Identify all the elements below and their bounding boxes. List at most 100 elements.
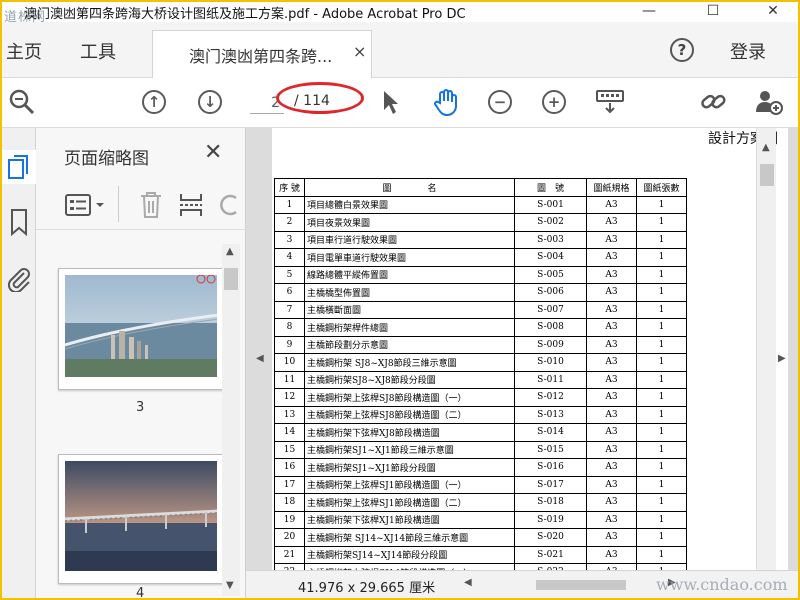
table-row: 21 主橋鋼桁架SJ14~XJ14節段分段圖 S-021 A3 1 [274,545,687,564]
table-row: 3 項目車行道行駛效果圖 S-003 A3 1 [274,230,687,249]
table-cell: 1 [636,265,687,284]
table-cell: 主橋鋼桁架SJ14~XJ14節段分段圖 [304,545,515,564]
add-user-icon[interactable] [752,86,784,118]
panel-title: 页面缩略图 [64,149,149,169]
select-arrow-icon[interactable] [374,86,406,118]
table-cell: 1 [636,300,687,319]
table-cell: 1 [274,195,305,214]
thumbnail-bridge-night [65,461,217,571]
page-up-icon[interactable]: ↑ [138,86,170,118]
table-cell: S-010 [514,353,587,372]
maximize-button[interactable]: ☐ [690,2,736,22]
table-cell: 1 [636,335,687,354]
table-cell: 20 [274,528,305,547]
search-zoom-icon[interactable] [6,86,38,118]
column-header: 圖 號 [514,178,587,197]
rotate-page-icon[interactable] [220,190,240,224]
extract-page-icon[interactable] [178,190,204,224]
collapse-panel-arrow[interactable]: ◀ [256,353,264,364]
minimize-button[interactable]: — [626,2,672,22]
table-row: 18 主橋鋼桁架上弦桿SJ1節段構造圖（二） S-018 A3 1 [274,493,687,512]
table-cell: 17 [274,475,305,494]
horizontal-scrollbar[interactable]: ◀ ▶ [458,577,682,593]
close-window-button[interactable]: ✕ [750,2,796,22]
table-cell: 21 [274,545,305,564]
table-cell: S-012 [514,388,587,407]
zoom-out-icon[interactable]: − [484,86,516,118]
table-cell: 19 [274,510,305,529]
table-cell: 1 [636,353,687,372]
table-cell: S-005 [514,265,587,284]
delete-page-icon[interactable] [138,190,164,224]
table-cell: A3 [586,318,637,337]
tab-home[interactable]: 主页 [6,38,42,64]
page-thumbnail[interactable] [58,454,224,584]
table-cell: S-019 [514,510,587,529]
zoom-in-icon[interactable]: + [538,86,570,118]
table-cell: 4 [274,248,305,267]
page-down-icon[interactable]: ↓ [194,86,226,118]
table-cell: 1 [636,423,687,442]
table-cell: A3 [586,423,637,442]
keyboard-icon[interactable] [594,86,626,118]
table-row: 8 主橋鋼桁架桿件總圖 S-008 A3 1 [274,318,687,337]
bookmark-icon[interactable] [9,208,29,240]
table-cell: 1 [636,283,687,302]
table-cell: 1 [636,545,687,564]
table-row: 5 線路總體平縱佈置圖 S-005 A3 1 [274,265,687,284]
document-scrollbar[interactable]: ▲ [756,128,776,570]
table-row: 10 主橋鋼桁架 SJ8~XJ8節段三維示意圖 S-010 A3 1 [274,353,687,372]
table-cell: 主橋鋼桁架上弦桿SJ1節段構造圖（一） [304,475,515,494]
collapse-right-arrow[interactable]: ▶ [778,353,786,364]
table-cell: S-015 [514,440,587,459]
pdf-page: 設計方案圖 序 號 圖 名 圖 號 圖紙規格 圖紙張數 1 項目總體白景效果圖 S-… [272,128,788,570]
table-cell: 項目夜景效果圖 [304,213,515,232]
scroll-up-arrow[interactable]: ▲ [762,142,770,153]
page-dimensions: 41.976 x 29.665 厘米 [298,581,436,596]
table-cell: 1 [636,458,687,477]
login-button[interactable]: 登录 [730,38,766,64]
table-cell: A3 [586,545,637,564]
table-cell: 2 [274,213,305,232]
table-cell: 主橋鋼桁架上弦桿SJ8節段構造圖（一） [304,388,515,407]
tab-tools[interactable]: 工具 [80,38,116,64]
horizontal-scroll-thumb[interactable] [536,580,626,590]
table-cell: 1 [636,213,687,232]
help-icon[interactable]: ? [670,38,694,62]
tab-close-button[interactable]: × [353,42,366,61]
panel-close-button[interactable]: ✕ [204,140,222,165]
hand-icon[interactable] [430,86,462,118]
link-icon[interactable] [698,86,730,118]
table-cell: A3 [586,458,637,477]
toolbar: ↑ ↓ 2 / 114 − + [2,78,798,128]
table-cell: S-011 [514,370,587,389]
table-cell: 主橋鋼桁架SJ8~XJ8節段分段圖 [304,370,515,389]
tab-document[interactable]: 澳门澳凼第四条跨... × [152,30,372,78]
table-cell: S-016 [514,458,587,477]
page-thumbnails-icon[interactable] [7,154,31,184]
table-cell: A3 [586,195,637,214]
table-cell: S-017 [514,475,587,494]
table-cell: S-006 [514,283,587,302]
panel-scroll-thumb[interactable] [224,268,238,290]
table-cell: A3 [586,248,637,267]
panel-scrollbar[interactable]: ▲ ▼ [222,244,240,596]
page-thumbnail[interactable] [58,268,224,390]
table-cell: 主橋鋼桁架 SJ14~XJ14節段三維示意圖 [304,528,515,547]
scroll-down-arrow[interactable]: ▼ [226,580,234,591]
table-cell: 項目總體白景效果圖 [304,195,515,214]
table-row: 6 主橋橋型佈置圖 S-006 A3 1 [274,283,687,302]
scroll-up-arrow[interactable]: ▲ [226,246,234,257]
table-cell: 1 [636,388,687,407]
table-row: 2 項目夜景效果圖 S-002 A3 1 [274,213,687,232]
table-cell: S-013 [514,405,587,424]
document-scroll-thumb[interactable] [760,164,774,186]
thumbnail-options-icon[interactable] [64,192,108,222]
column-header: 圖 名 [304,178,515,197]
table-cell: 1 [636,405,687,424]
table-cell: 主橋橋型佈置圖 [304,283,515,302]
table-cell: S-001 [514,195,587,214]
table-cell: A3 [586,283,637,302]
attachment-icon[interactable] [6,264,32,296]
scroll-left-arrow[interactable]: ◀ [464,577,472,588]
